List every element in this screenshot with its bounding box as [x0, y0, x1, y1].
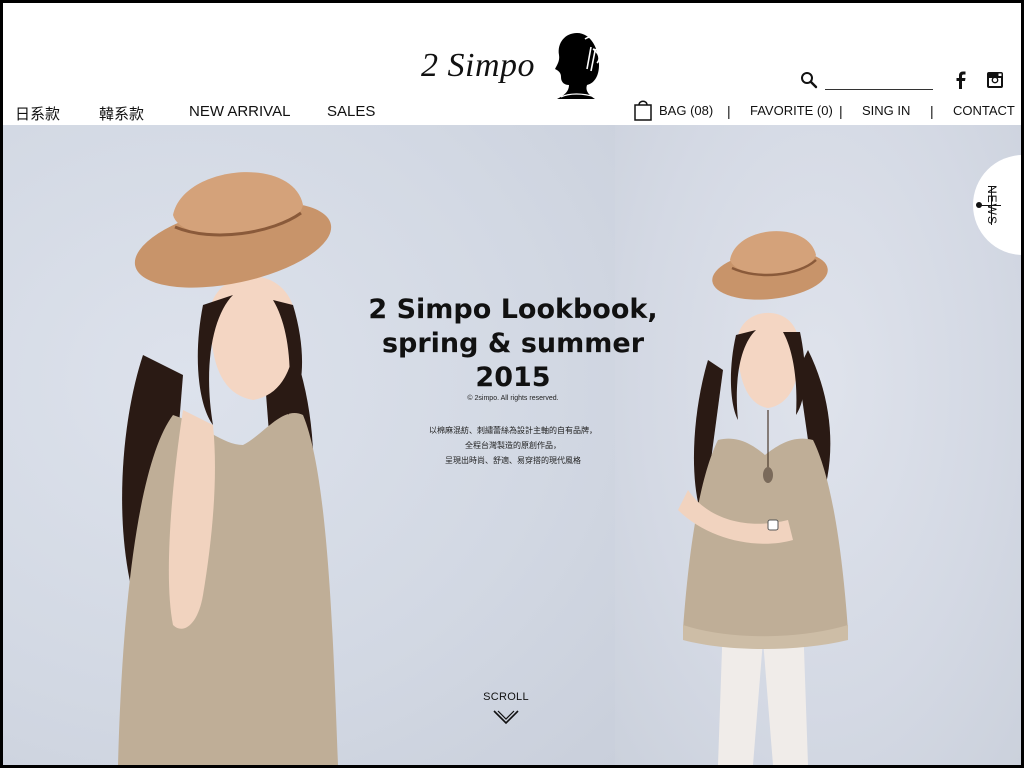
bag-link[interactable]: BAG (08) [659, 103, 713, 118]
lookbook-title-line-2: spring & summer [381, 328, 645, 359]
nav-separator: | [839, 103, 843, 119]
instagram-icon[interactable] [986, 71, 1004, 89]
lookbook-title-line-1: 2 Simpo Lookbook, [368, 294, 658, 325]
hero-banner: 2 Simpo Lookbook, spring & summer 2015 ©… [3, 125, 1021, 765]
sign-in-link[interactable]: SING IN [862, 103, 910, 118]
brand-logo[interactable]: 2 Simpo [421, 29, 611, 105]
chevron-down-icon[interactable] [492, 709, 520, 727]
copyright-text: © 2simpo. All rights reserved. [467, 395, 559, 402]
lookbook-title: 2 Simpo Lookbook, spring & summer 2015 [343, 293, 683, 395]
brand-description-line-2: 全程台灣製造的原創作品， [465, 441, 561, 450]
brand-description: 以棉麻混紡、刺繡蕾絲為設計主軸的自有品牌， 全程台灣製造的原創作品， 呈現出時尚… [343, 423, 683, 468]
brand-description-line-3: 呈現出時尚、舒適、易穿搭的現代風格 [445, 456, 581, 465]
brand-description-line-1: 以棉麻混紡、刺繡蕾絲為設計主軸的自有品牌， [429, 426, 597, 435]
nav-separator: | [727, 103, 731, 119]
account-nav: BAG (08) | FAVORITE (0) | SING IN | CONT… [3, 99, 1021, 123]
search-icon[interactable] [800, 71, 818, 89]
brand-logo-text: 2 Simpo [421, 47, 535, 84]
site-header: 2 Simpo 日系款 韓系款 NEW ARRIVAL SALES BAG (0… [3, 3, 1021, 125]
news-tab-dot-icon [976, 202, 982, 208]
shopping-bag-icon[interactable] [633, 99, 653, 121]
scroll-label[interactable]: SCROLL [473, 691, 539, 703]
search-input[interactable] [825, 89, 933, 90]
facebook-icon[interactable] [953, 71, 967, 89]
news-tab-label[interactable]: NEWS [985, 185, 999, 225]
nav-separator: | [930, 103, 934, 119]
woman-silhouette-icon [555, 33, 603, 99]
lookbook-title-line-3: 2015 [475, 362, 551, 393]
model-left-image [118, 172, 338, 765]
contact-link[interactable]: CONTACT [953, 103, 1015, 118]
favorite-link[interactable]: FAVORITE (0) [750, 103, 833, 118]
model-right-image [678, 231, 848, 765]
